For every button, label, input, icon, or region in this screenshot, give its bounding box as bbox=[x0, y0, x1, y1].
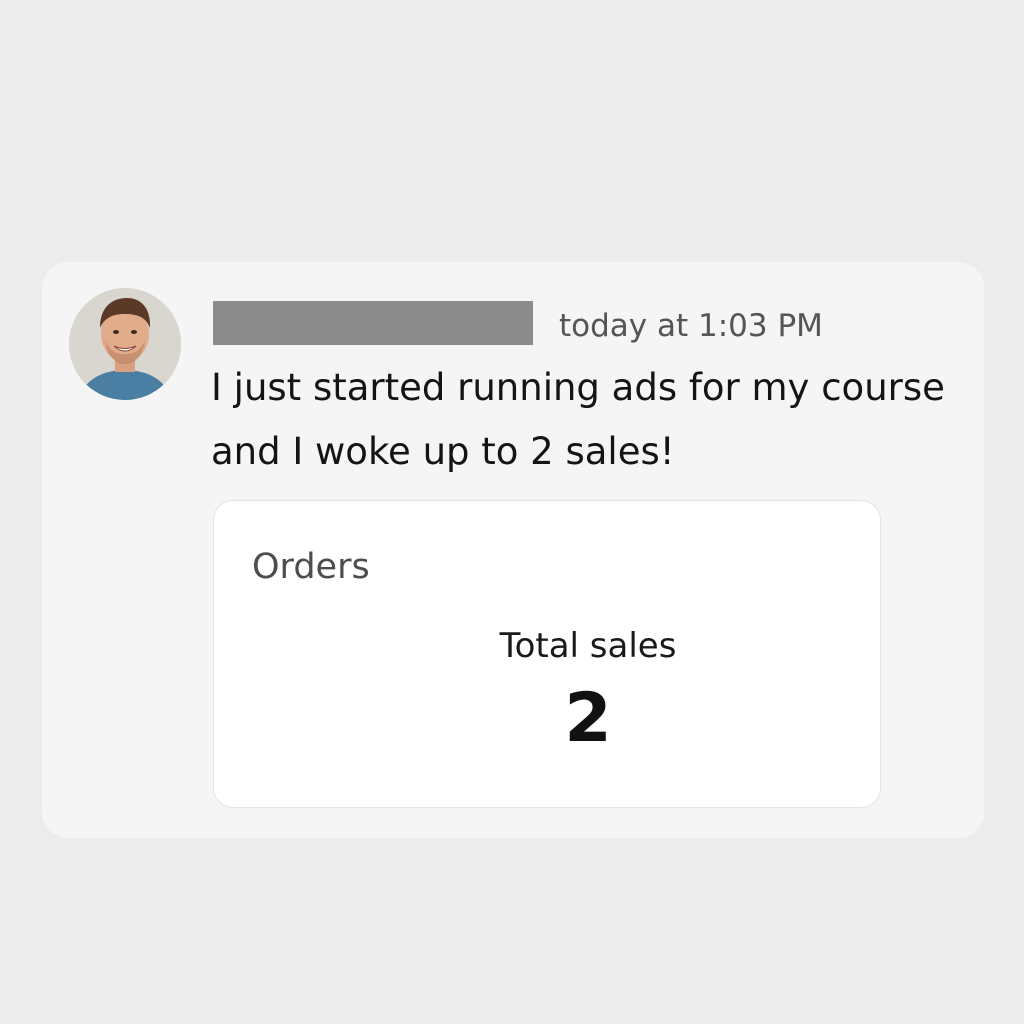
message-timestamp: today at 1:03 PM bbox=[559, 308, 823, 344]
total-sales-value: 2 bbox=[564, 679, 612, 758]
message-card: today at 1:03 PM I just started running … bbox=[42, 262, 984, 838]
orders-card: Orders Total sales 2 bbox=[213, 500, 881, 808]
avatar-photo-icon bbox=[69, 288, 181, 400]
message-body: I just started running ads for my course… bbox=[211, 356, 981, 484]
redacted-username bbox=[213, 301, 533, 345]
message-body-line-2: and I woke up to 2 sales! bbox=[211, 430, 675, 473]
total-sales-label: Total sales bbox=[499, 626, 677, 666]
message-body-line-1: I just started running ads for my course bbox=[211, 366, 945, 409]
orders-title: Orders bbox=[252, 547, 370, 587]
avatar[interactable] bbox=[69, 288, 181, 400]
